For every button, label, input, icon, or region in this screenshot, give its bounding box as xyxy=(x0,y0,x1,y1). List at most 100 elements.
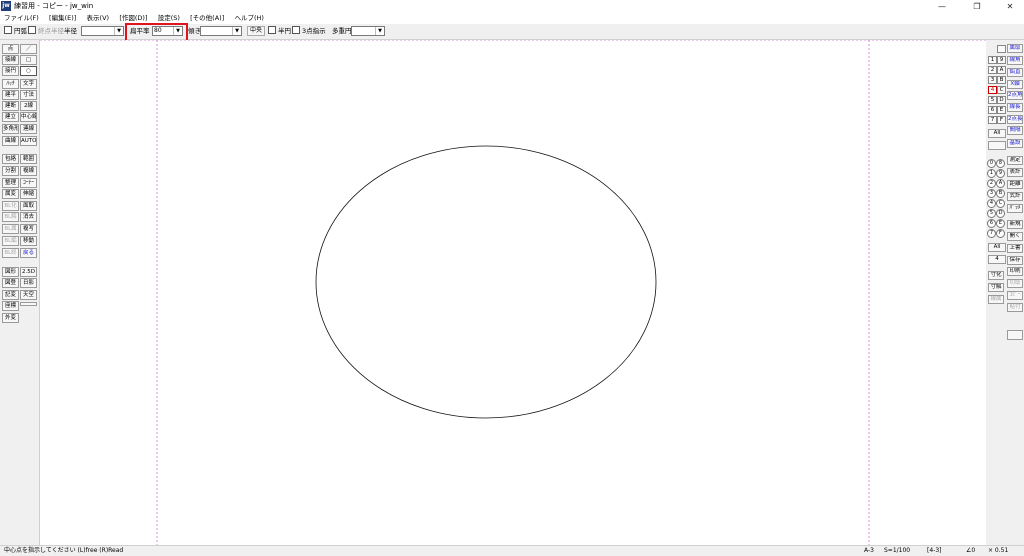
measure-tool-button[interactable]: 式計 xyxy=(1007,192,1023,201)
layer-group-circle-button[interactable]: F xyxy=(996,229,1005,238)
layer-group-four-button[interactable]: 4 xyxy=(988,255,1006,264)
left-tool-button[interactable]: 記変 xyxy=(2,290,19,300)
edit-tool-button[interactable]: 貼付 xyxy=(1007,303,1023,312)
layer-letter-button[interactable]: C xyxy=(997,86,1006,94)
layer-group-circle-button[interactable]: 4 xyxy=(987,199,996,208)
left-tool-button[interactable]: BL終 xyxy=(2,248,19,258)
left-tool-button[interactable]: 包絡 xyxy=(2,154,19,164)
edit-tool-button[interactable]: 切取 xyxy=(1007,279,1023,288)
menu-view[interactable]: 表示(V) xyxy=(87,13,110,23)
right-tool-button[interactable]: 鉛直 xyxy=(1007,68,1023,77)
right-tool-button[interactable]: 2点長 xyxy=(1007,115,1023,124)
menu-help[interactable]: ヘルプ(H) xyxy=(234,13,263,23)
dimension-tool-button[interactable]: 寸解 xyxy=(988,283,1004,292)
left-tool-button[interactable]: 外変 xyxy=(2,313,19,323)
drawing-area[interactable] xyxy=(40,40,1005,545)
scale-button[interactable]: S=1/100 xyxy=(884,547,910,555)
angle-status[interactable]: ∠0 xyxy=(966,547,975,555)
menu-edit[interactable]: [編集(E)] xyxy=(49,13,76,23)
layer-group-button[interactable] xyxy=(997,45,1006,53)
checkbox-box[interactable] xyxy=(268,26,276,34)
layer-group-circle-button[interactable]: 5 xyxy=(987,209,996,218)
layer-letter-button[interactable]: D xyxy=(997,96,1006,104)
right-tool-button[interactable]: 基設 xyxy=(1007,139,1023,148)
file-tool-button[interactable]: 保存 xyxy=(1007,256,1023,265)
left-tool-button[interactable]: BL属 xyxy=(2,224,19,234)
file-tool-button[interactable]: 新規 xyxy=(1007,220,1023,229)
left-tool-button[interactable]: BL化 xyxy=(2,201,19,211)
tilt-combo[interactable]: ▼ xyxy=(200,26,242,36)
line-type-indicator[interactable] xyxy=(20,302,37,306)
dropdown-arrow-icon[interactable]: ▼ xyxy=(232,27,241,35)
line-style-indicator[interactable] xyxy=(1007,330,1023,340)
layer-group-circle-button[interactable]: 7 xyxy=(987,229,996,238)
layer-group-circle-button[interactable]: B xyxy=(996,189,1005,198)
menu-draw[interactable]: [作図(D)] xyxy=(119,13,147,23)
layer-group-circle-button[interactable]: 9 xyxy=(996,169,1005,178)
measure-tool-button[interactable]: ﾊﾟﾗﾒ xyxy=(1007,204,1023,213)
layer-group-circle-button[interactable]: A xyxy=(996,179,1005,188)
left-tool-button[interactable]: 戻る xyxy=(20,248,37,258)
layer-group-circle-button[interactable]: 0 xyxy=(987,159,996,168)
left-tool-button[interactable]: 中心線 xyxy=(20,112,37,122)
left-tool-button[interactable]: 寸法 xyxy=(20,90,37,100)
left-tool-button[interactable]: 文字 xyxy=(20,79,37,89)
measure-tool-button[interactable]: 測定 xyxy=(1007,156,1023,165)
circle-arc-checkbox[interactable]: 円弧 xyxy=(4,26,27,37)
layer-letter-button[interactable]: F xyxy=(997,116,1006,124)
left-tool-button[interactable]: 属変 xyxy=(2,189,19,199)
left-tool-button[interactable]: 建立 xyxy=(2,112,19,122)
file-tool-button[interactable]: 開く xyxy=(1007,232,1023,241)
checkbox-box[interactable] xyxy=(28,26,36,34)
layer-group-circle-button[interactable]: 6 xyxy=(987,219,996,228)
left-tool-button[interactable]: 連線 xyxy=(20,124,37,134)
left-tool-button[interactable]: 伸縮 xyxy=(20,189,37,199)
layer-letter-button[interactable]: B xyxy=(997,76,1006,84)
layer-group-circle-button[interactable]: D xyxy=(996,209,1005,218)
layer-number-button[interactable]: 4 xyxy=(988,86,997,94)
restore-button[interactable]: ❐ xyxy=(966,0,988,13)
right-tool-button[interactable]: 線長 xyxy=(1007,103,1023,112)
layer-group-all-button[interactable]: All xyxy=(988,243,1006,252)
end-radius-checkbox[interactable]: 終点半径 xyxy=(28,26,64,37)
left-tool-button[interactable]: 分割 xyxy=(2,166,19,176)
minimize-button[interactable]: — xyxy=(931,0,953,13)
dimension-tool-button[interactable]: 線属 xyxy=(988,295,1004,304)
left-tool-button[interactable]: BL編 xyxy=(2,236,19,246)
left-tool-button[interactable]: AUTO xyxy=(20,136,37,146)
left-tool-button[interactable]: 曲線 xyxy=(2,136,19,146)
left-tool-button[interactable]: ｺｰﾅｰ xyxy=(20,178,37,188)
layer-number-button[interactable]: 6 xyxy=(988,106,997,114)
right-tool-button[interactable]: 2点角 xyxy=(1007,91,1023,100)
half-circle-checkbox[interactable]: 半円 xyxy=(268,26,291,37)
left-tool-button[interactable]: 図形 xyxy=(2,267,19,277)
layer-group-circle-button[interactable]: 2 xyxy=(987,179,996,188)
layer-cross-button[interactable] xyxy=(988,141,1006,150)
right-tool-button[interactable]: 間隔 xyxy=(1007,126,1023,135)
close-button[interactable]: ✕ xyxy=(999,0,1021,13)
layer-status[interactable]: [4-3] xyxy=(927,547,941,555)
left-tool-button[interactable]: 2.5D xyxy=(20,267,37,277)
right-tool-button[interactable]: 線角 xyxy=(1007,56,1023,65)
center-button[interactable]: 中央 xyxy=(247,26,266,36)
layer-all-button[interactable]: All xyxy=(988,129,1006,138)
radius-combo[interactable]: ▼ xyxy=(81,26,124,36)
left-tool-button[interactable]: 日影 xyxy=(20,278,37,288)
measure-tool-button[interactable]: 表計 xyxy=(1007,168,1023,177)
left-tool-button[interactable]: 天空 xyxy=(20,290,37,300)
layer-group-circle-button[interactable]: C xyxy=(996,199,1005,208)
left-tool-button[interactable]: 移動 xyxy=(20,236,37,246)
left-tool-button[interactable]: ／ xyxy=(20,44,37,54)
left-tool-button[interactable]: BL解 xyxy=(2,212,19,222)
left-tool-button[interactable]: 複写 xyxy=(20,224,37,234)
dimension-tool-button[interactable]: 寸化 xyxy=(988,271,1004,280)
left-tool-button[interactable]: 建平 xyxy=(2,90,19,100)
left-tool-button[interactable]: 接円 xyxy=(2,66,19,76)
dropdown-arrow-icon[interactable]: ▼ xyxy=(375,27,384,35)
left-tool-button[interactable]: ﾊｯﾁ xyxy=(2,79,19,89)
checkbox-box[interactable] xyxy=(292,26,300,34)
dropdown-arrow-icon[interactable]: ▼ xyxy=(114,27,123,35)
left-tool-button[interactable]: 2線 xyxy=(20,101,37,111)
layer-number-button[interactable]: 7 xyxy=(988,116,997,124)
left-tool-button[interactable]: 範囲 xyxy=(20,154,37,164)
